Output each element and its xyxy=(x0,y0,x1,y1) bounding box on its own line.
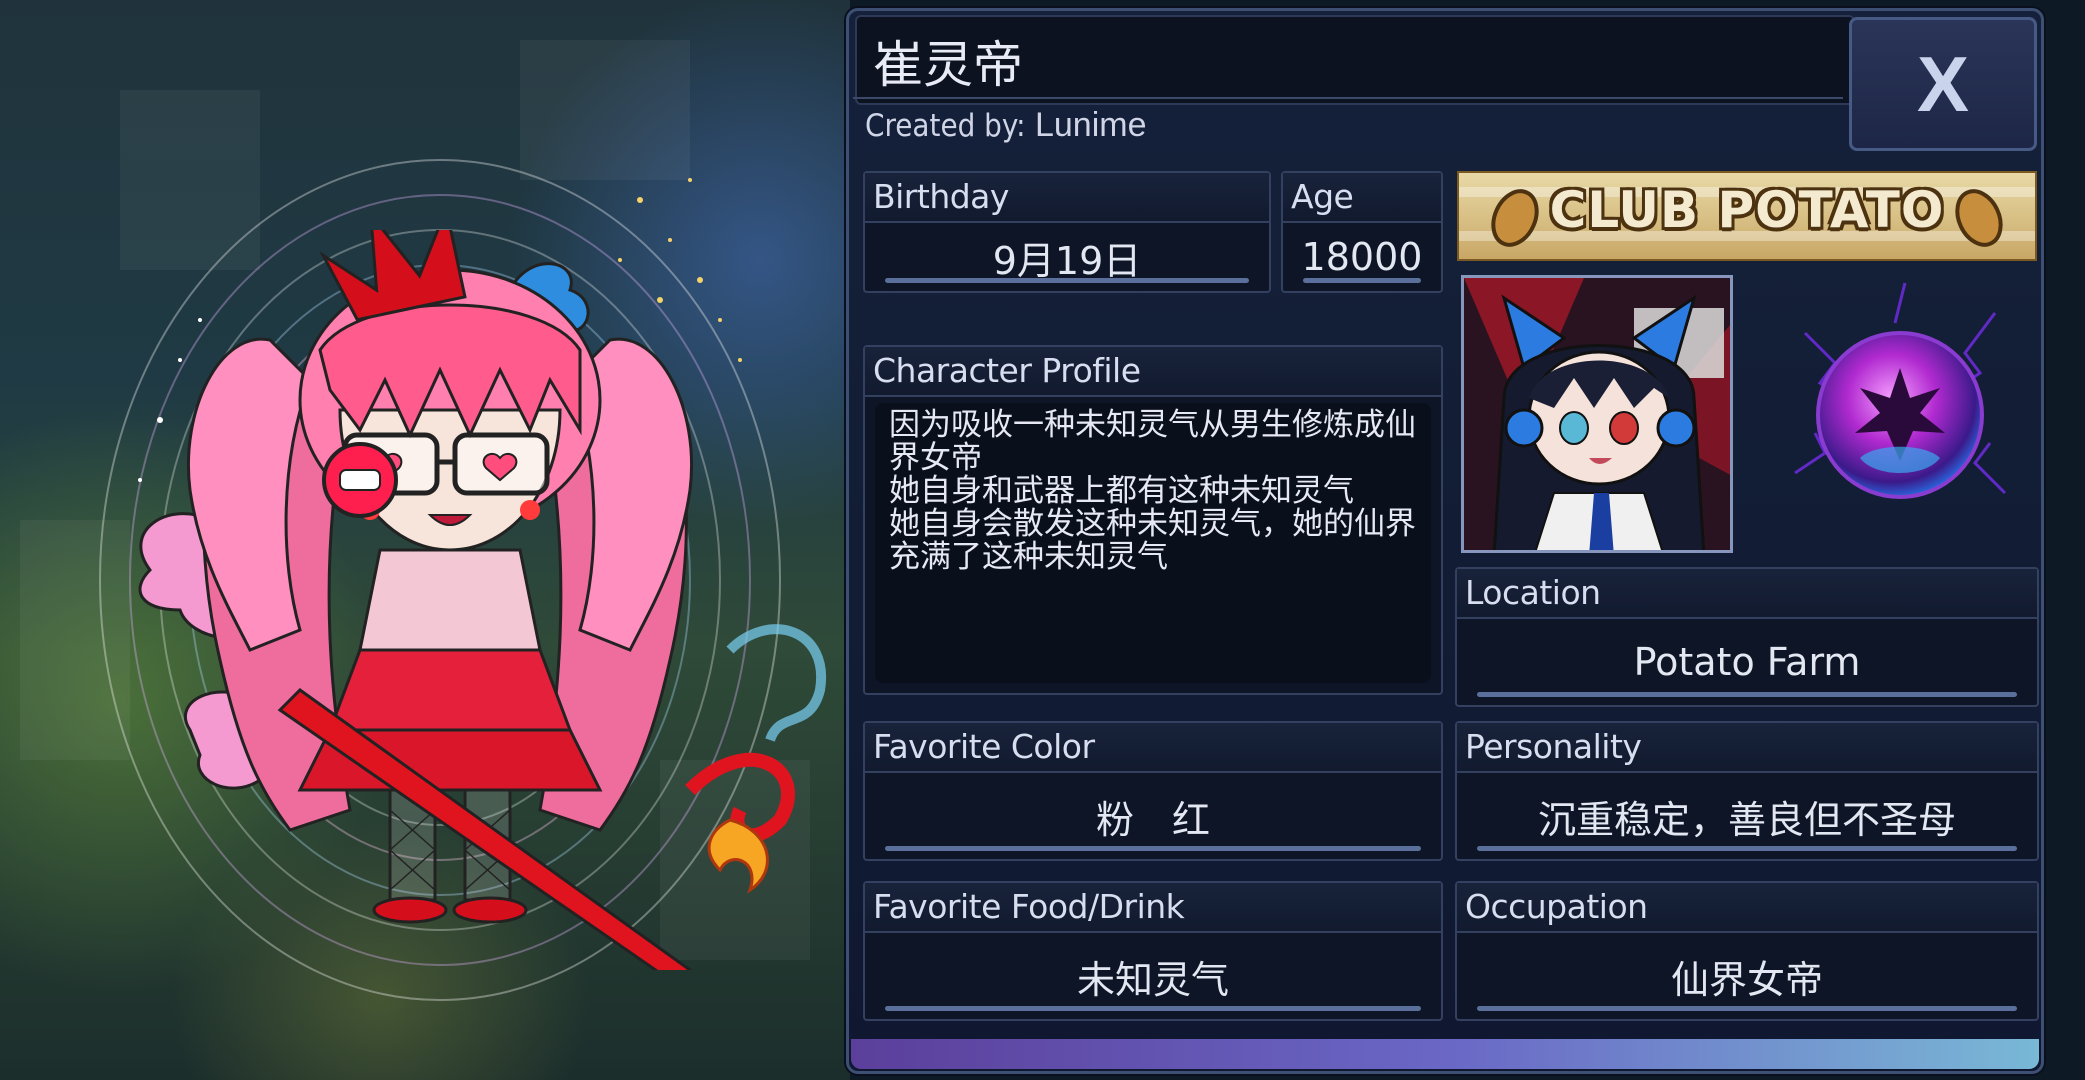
title-divider xyxy=(853,97,1843,99)
occupation-field: Occupation 仙界女帝 xyxy=(1455,881,2039,1021)
occupation-label: Occupation xyxy=(1457,883,2037,933)
character-info-panel: 崔灵帝 Created by: Lunime X Birthday 9月19日 … xyxy=(846,8,2044,1074)
birthday-field: Birthday 9月19日 xyxy=(863,171,1271,293)
creator-line: Created by: Lunime xyxy=(865,106,1147,145)
field-underline xyxy=(1477,846,2017,851)
field-underline xyxy=(885,846,1421,851)
avatar-image xyxy=(1464,278,1730,550)
location-field: Location Potato Farm xyxy=(1455,567,2039,707)
avatar-portrait xyxy=(1461,275,1733,553)
character-figure xyxy=(138,230,827,970)
close-icon: X xyxy=(1916,39,1970,128)
character-profile-field: Character Profile 因为吸收一种未知灵气从男生修炼成仙界女帝 她… xyxy=(863,345,1443,695)
birthday-label: Birthday xyxy=(865,173,1269,223)
element-orb-icon xyxy=(1794,282,2007,499)
title-bar: 崔灵帝 xyxy=(855,15,1855,105)
field-underline xyxy=(885,1006,1421,1011)
character-profile-text: 因为吸收一种未知灵气从男生修炼成仙界女帝 她自身和武器上都有这种未知灵气 她自身… xyxy=(875,403,1431,683)
character-profile-label: Character Profile xyxy=(865,347,1441,397)
field-underline xyxy=(1477,1006,2017,1011)
favorite-food-field: Favorite Food/Drink 未知灵气 xyxy=(863,881,1443,1021)
favorite-color-field: Favorite Color 粉 红 xyxy=(863,721,1443,861)
accent-bar xyxy=(851,1039,2039,1069)
creator-name: Lunime xyxy=(1034,106,1147,144)
personality-field: Personality 沉重稳定，善良但不圣母 xyxy=(1455,721,2039,861)
favorite-color-label: Favorite Color xyxy=(865,723,1441,773)
close-button[interactable]: X xyxy=(1849,17,2037,151)
age-label: Age xyxy=(1283,173,1441,223)
favorite-food-label: Favorite Food/Drink xyxy=(865,883,1441,933)
character-scene xyxy=(0,0,850,1080)
personality-label: Personality xyxy=(1457,723,2037,773)
location-label: Location xyxy=(1457,569,2037,619)
field-underline xyxy=(1477,692,2017,697)
potato-icon xyxy=(1955,189,2003,247)
character-name: 崔灵帝 xyxy=(873,36,1023,94)
age-field: Age 18000 xyxy=(1281,171,1443,293)
field-underline xyxy=(1303,278,1421,283)
club-potato-banner: CLUB POTATO xyxy=(1457,171,2037,261)
field-underline xyxy=(885,278,1249,283)
created-by-label: Created by: xyxy=(865,108,1026,144)
